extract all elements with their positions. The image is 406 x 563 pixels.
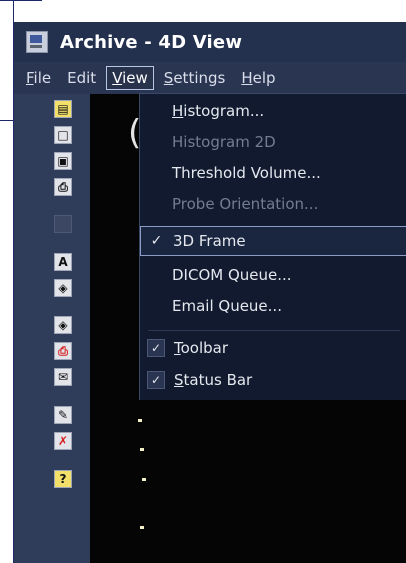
diamond-arrow-icon[interactable]: ◈ [54,279,72,297]
menu-bar: File Edit View Settings Help [14,62,406,94]
menu-file[interactable]: File [20,66,57,90]
menu-edit[interactable]: Edit [61,66,102,90]
menu-item-toolbar[interactable]: ✓ Toolbar [140,333,406,363]
viewport-marker [140,526,144,529]
title-bar[interactable]: Archive - 4D View [14,22,406,62]
view-menu-dropdown: Histogram... Histogram 2D Threshold Volu… [139,93,406,400]
text-annotation-icon[interactable]: A [54,253,72,271]
menu-item-threshold-volume[interactable]: Threshold Volume... [140,158,406,188]
menu-view[interactable]: View [106,66,154,90]
app-icon[interactable] [26,31,48,53]
delete-document-icon[interactable]: ✗ [54,432,72,450]
menu-item-email-queue[interactable]: Email Queue... [140,291,406,321]
menu-item-histogram-2d: Histogram 2D [172,133,276,151]
viewport-marker [140,448,144,451]
edit-document-icon[interactable]: ✎ [54,406,72,424]
print-red-icon[interactable]: ⎙ [54,342,72,360]
check-icon: ✓ [147,371,165,389]
menu-item-status-bar[interactable]: ✓ Status Bar [140,365,406,395]
menu-item-3d-frame[interactable]: ✓ 3D Frame [140,226,406,256]
save-disk-icon[interactable]: ▣ [54,152,72,170]
vertical-toolbar: ▤ □ ▣ ⎙ A ◈ ◈ ⎙ ✉ ✎ ✗ ? [14,94,90,563]
menu-separator [148,330,400,331]
diamond-arrow-2-icon[interactable]: ◈ [54,316,72,334]
check-icon: ✓ [150,233,163,249]
open-folder-icon[interactable]: ▤ [54,100,72,118]
print-icon[interactable]: ⎙ [54,178,72,196]
menu-item-dicom-queue[interactable]: DICOM Queue... [140,260,406,290]
menu-help[interactable]: Help [235,66,281,90]
menu-item-histogram[interactable]: Histogram... [140,96,406,126]
frame-line-left [0,120,14,121]
viewport-marker [138,419,142,422]
help-icon[interactable]: ? [54,470,72,488]
frame-line-top [0,0,42,1]
check-icon: ✓ [147,339,165,357]
disabled-tool-icon [54,215,72,233]
new-document-icon[interactable]: □ [54,126,72,144]
menu-item-probe-orientation: Probe Orientation... [172,195,319,213]
menu-settings[interactable]: Settings [158,66,232,90]
viewport-marker [142,478,146,481]
window-title: Archive - 4D View [60,31,243,53]
email-icon[interactable]: ✉ [54,368,72,386]
